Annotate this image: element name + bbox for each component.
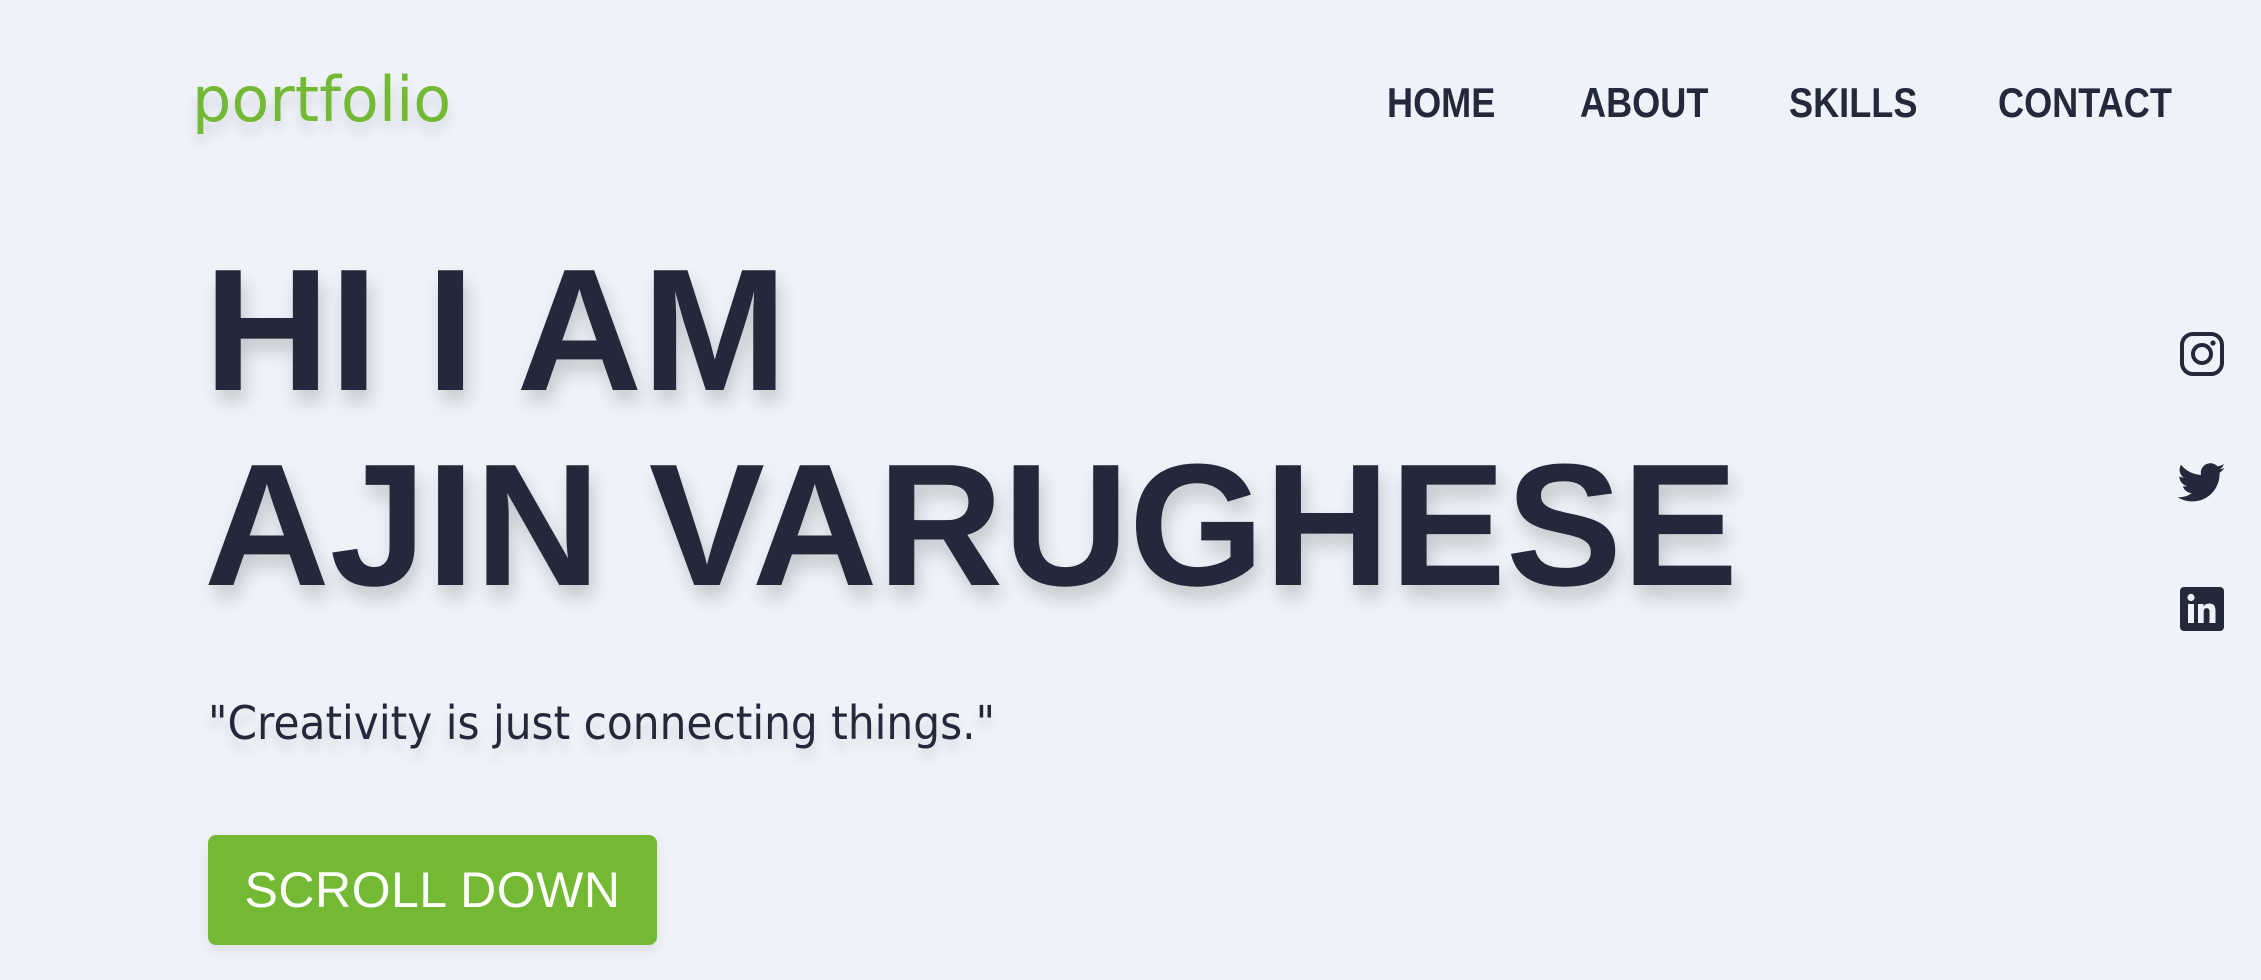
hero-tagline: "Creativity is just connecting things." (208, 696, 996, 750)
nav-home[interactable]: HOME (1387, 78, 1495, 128)
main-nav: HOME ABOUT SKILLS CONTACT (0, 78, 2261, 128)
instagram-icon[interactable] (2178, 330, 2226, 378)
nav-about[interactable]: ABOUT (1580, 78, 1708, 128)
hero-heading-line-1: HI I AM (204, 232, 788, 427)
hero-heading-line-2: AJIN VARUGHESE (204, 427, 1739, 622)
scroll-down-button[interactable]: SCROLL DOWN (208, 835, 657, 945)
linkedin-icon[interactable] (2178, 585, 2226, 633)
nav-contact[interactable]: CONTACT (1998, 78, 2172, 128)
twitter-icon[interactable] (2178, 459, 2226, 507)
scroll-down-label: SCROLL DOWN (244, 862, 621, 918)
nav-skills[interactable]: SKILLS (1789, 78, 1917, 128)
